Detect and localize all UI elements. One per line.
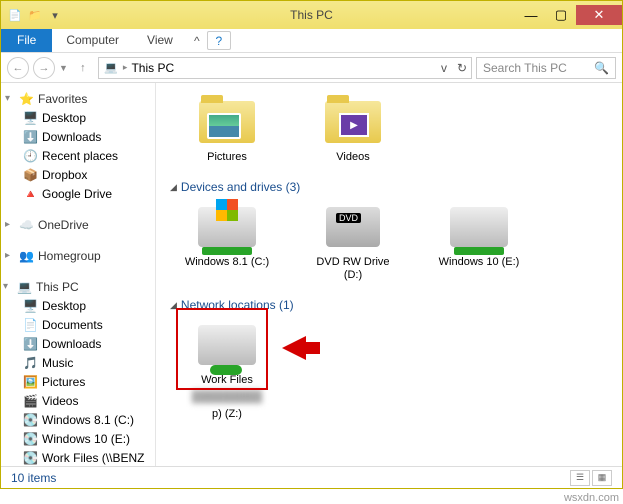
onedrive-icon: ☁️ bbox=[19, 217, 34, 232]
refresh-button[interactable]: ↻ bbox=[457, 61, 467, 75]
folder-videos[interactable]: Videos bbox=[308, 97, 398, 164]
tab-computer[interactable]: Computer bbox=[52, 29, 133, 52]
drive-e[interactable]: Windows 10 (E:) bbox=[434, 202, 524, 282]
homegroup-icon: 👥 bbox=[19, 248, 34, 263]
dropbox-icon: 📦 bbox=[23, 167, 38, 182]
nav-sub-downloads[interactable]: ⬇️Downloads bbox=[1, 334, 151, 353]
address-bar[interactable]: 💻 ▸ This PC v ↻ bbox=[98, 57, 472, 79]
drive-icon bbox=[450, 207, 508, 247]
status-item-count: 10 items bbox=[11, 471, 56, 485]
drive-icon bbox=[198, 207, 256, 247]
folder-icon bbox=[325, 101, 381, 143]
desktop-icon: 🖥️ bbox=[23, 110, 38, 125]
favorites-icon: ⭐ bbox=[19, 91, 34, 106]
nav-favorites[interactable]: ▾ ⭐ Favorites bbox=[1, 89, 155, 108]
documents-icon: 📄 bbox=[23, 317, 38, 332]
caret-down-icon: ◢ bbox=[170, 182, 177, 193]
search-icon: 🔍 bbox=[594, 61, 609, 75]
navigation-pane: ▾ ⭐ Favorites 🖥️Desktop ⬇️Downloads 🕘Rec… bbox=[1, 83, 156, 466]
nav-homegroup[interactable]: ▸ 👥 Homegroup bbox=[1, 246, 155, 265]
downloads-icon: ⬇️ bbox=[23, 336, 38, 351]
breadcrumb[interactable]: This PC bbox=[127, 61, 178, 75]
annotation-highlight bbox=[176, 308, 268, 390]
this-pc-icon: 💻 bbox=[17, 279, 32, 294]
desktop-icon: 🖥️ bbox=[23, 298, 38, 313]
chevron-down-icon: ▾ bbox=[3, 281, 13, 292]
view-icons-button[interactable]: ▦ bbox=[592, 470, 612, 486]
this-pc-icon: 💻 bbox=[103, 60, 119, 76]
up-button[interactable]: ↑ bbox=[72, 57, 94, 79]
section-devices[interactable]: ◢ Devices and drives (3) bbox=[170, 174, 608, 198]
search-placeholder: Search This PC bbox=[483, 61, 567, 75]
nav-sub-music[interactable]: 🎵Music bbox=[1, 353, 151, 372]
nav-item-recent[interactable]: 🕘Recent places bbox=[1, 146, 151, 165]
nav-sub-pictures[interactable]: 🖼️Pictures bbox=[1, 372, 151, 391]
downloads-icon: ⬇️ bbox=[23, 129, 38, 144]
nav-sub-desktop[interactable]: 🖥️Desktop bbox=[1, 296, 151, 315]
view-details-button[interactable]: ☰ bbox=[570, 470, 590, 486]
chevron-right-icon: ▸ bbox=[5, 219, 15, 230]
content-pane: Pictures Videos ◢ Devices and drives (3)… bbox=[156, 83, 622, 466]
nav-onedrive[interactable]: ▸ ☁️ OneDrive bbox=[1, 215, 155, 234]
ribbon-collapse-icon[interactable]: ^ bbox=[187, 29, 207, 52]
recent-icon: 🕘 bbox=[23, 148, 38, 163]
maximize-button[interactable]: ▢ bbox=[546, 5, 576, 25]
title-bar: 📄 📁 ▾ This PC — ▢ ✕ bbox=[1, 1, 622, 29]
history-dropdown-icon[interactable]: ▼ bbox=[59, 63, 68, 73]
nav-this-pc[interactable]: ▾ 💻 This PC bbox=[1, 277, 155, 296]
forward-button[interactable]: → bbox=[33, 57, 55, 79]
help-button[interactable]: ? bbox=[207, 31, 231, 50]
properties-icon[interactable]: 📄 bbox=[7, 7, 23, 23]
chevron-down-icon: ▾ bbox=[5, 93, 15, 104]
tab-view[interactable]: View bbox=[133, 29, 187, 52]
nav-sub-documents[interactable]: 📄Documents bbox=[1, 315, 151, 334]
nav-item-desktop[interactable]: 🖥️Desktop bbox=[1, 108, 151, 127]
folder-icon bbox=[199, 101, 255, 143]
status-bar: 10 items ☰ ▦ bbox=[1, 466, 622, 488]
drive-icon: 💽 bbox=[23, 412, 38, 427]
chevron-right-icon: ▸ bbox=[5, 250, 15, 261]
folder-pictures[interactable]: Pictures bbox=[182, 97, 272, 164]
nav-item-googledrive[interactable]: 🔺Google Drive bbox=[1, 184, 151, 203]
nav-item-dropbox[interactable]: 📦Dropbox bbox=[1, 165, 151, 184]
videos-icon: 🎬 bbox=[23, 393, 38, 408]
minimize-button[interactable]: — bbox=[516, 5, 546, 25]
nav-sub-videos[interactable]: 🎬Videos bbox=[1, 391, 151, 410]
nav-sub-drive-c[interactable]: 💽Windows 8.1 (C:) bbox=[1, 410, 151, 429]
watermark: wsxdn.com bbox=[564, 492, 619, 504]
nav-item-downloads[interactable]: ⬇️Downloads bbox=[1, 127, 151, 146]
drive-icon: 💽 bbox=[23, 431, 38, 446]
nav-sub-drive-e[interactable]: 💽Windows 10 (E:) bbox=[1, 429, 151, 448]
redacted-text: █████████ bbox=[192, 391, 262, 404]
pictures-icon: 🖼️ bbox=[23, 374, 38, 389]
googledrive-icon: 🔺 bbox=[23, 186, 38, 201]
annotation-arrow-icon bbox=[282, 336, 306, 360]
dvd-drive-icon bbox=[326, 207, 380, 247]
drive-d[interactable]: DVD RW Drive (D:) bbox=[308, 202, 398, 282]
search-input[interactable]: Search This PC 🔍 bbox=[476, 57, 616, 79]
ribbon: File Computer View ^ ? bbox=[1, 29, 622, 53]
music-icon: 🎵 bbox=[23, 355, 38, 370]
back-button[interactable]: ← bbox=[7, 57, 29, 79]
network-drive-icon: 💽 bbox=[23, 450, 38, 465]
close-button[interactable]: ✕ bbox=[576, 5, 622, 25]
qat-dropdown-icon[interactable]: ▾ bbox=[47, 7, 63, 23]
tab-file[interactable]: File bbox=[1, 29, 52, 52]
nav-sub-workfiles[interactable]: 💽Work Files (\\BENZ bbox=[1, 448, 151, 466]
drive-c[interactable]: Windows 8.1 (C:) bbox=[182, 202, 272, 282]
navigation-bar: ← → ▼ ↑ 💻 ▸ This PC v ↻ Search This PC 🔍 bbox=[1, 53, 622, 83]
new-folder-icon[interactable]: 📁 bbox=[27, 7, 43, 23]
address-dropdown-icon[interactable]: v bbox=[441, 61, 447, 75]
